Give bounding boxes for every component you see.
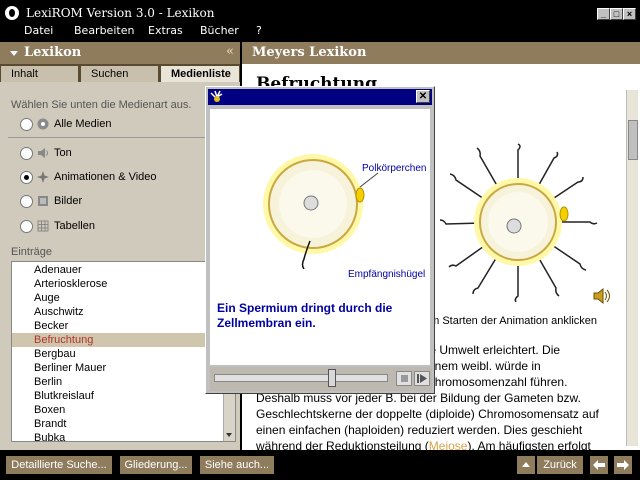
progress-slider-thumb[interactable]: [328, 369, 336, 387]
tab-inhalt[interactable]: Inhalt: [1, 66, 78, 82]
title-bar: LexiROM Version 3.0 - Lexikon _ □ ×: [0, 4, 640, 22]
list-item[interactable]: Blutkreislauf: [12, 389, 222, 403]
fertilization-illustration[interactable]: [438, 142, 598, 302]
label-alle-medien[interactable]: Alle Medien: [54, 118, 111, 130]
stop-icon: [401, 375, 408, 382]
all-media-icon: [37, 118, 49, 130]
speaker-icon[interactable]: [592, 288, 612, 304]
menu-help[interactable]: ?: [256, 24, 262, 37]
menu-bar: Datei Bearbeiten Extras Bücher ?: [0, 22, 640, 42]
see-also-button[interactable]: Siehe auch...: [200, 456, 274, 474]
label-tabellen[interactable]: Tabellen: [54, 220, 95, 232]
outline-button[interactable]: Gliederung...: [120, 456, 192, 474]
radio-bilder[interactable]: [20, 195, 33, 208]
body-line: einen einfachen (haploiden) reduziert we…: [256, 423, 583, 437]
scroll-down-icon[interactable]: [226, 433, 232, 437]
app-logo-icon: [5, 6, 19, 20]
lexikon-header[interactable]: Lexikon «: [0, 42, 240, 64]
menu-buecher[interactable]: Bücher: [200, 24, 239, 37]
radio-tabellen[interactable]: [20, 220, 33, 233]
tab-suchen[interactable]: Suchen: [81, 66, 158, 82]
detailed-search-button[interactable]: Detaillierte Suche...: [6, 456, 112, 474]
animation-view[interactable]: Polkörperchen Empfängnishügel Ein Spermi…: [210, 109, 430, 365]
tab-strip: Inhalt Suchen Medienliste: [0, 64, 240, 82]
list-item[interactable]: Brandt: [12, 417, 222, 431]
menu-datei[interactable]: Datei: [24, 24, 53, 37]
minimize-button[interactable]: _: [597, 8, 610, 20]
list-item[interactable]: Arteriosklerose: [12, 277, 222, 291]
dialog-caption: Ein Spermium dringt durch die Zellmembra…: [217, 301, 393, 330]
collapse-triangle-icon[interactable]: [10, 51, 18, 56]
progress-slider-track[interactable]: [214, 374, 388, 382]
speaker-icon: [38, 148, 48, 158]
radio-animationen-video[interactable]: [20, 171, 33, 184]
menu-bearbeiten[interactable]: Bearbeiten: [74, 24, 134, 37]
history-forward-button[interactable]: [614, 456, 632, 474]
label-fertilization-cone: Empfängnishügel: [348, 269, 426, 280]
play-button[interactable]: [414, 371, 430, 386]
double-chevron-icon[interactable]: «: [226, 41, 234, 63]
radio-alle-medien[interactable]: [20, 118, 33, 131]
scrollbar-thumb[interactable]: [628, 120, 638, 160]
left-panel: Lexikon « Inhalt Suchen Medienliste Wähl…: [0, 42, 240, 450]
list-item[interactable]: Boxen: [12, 403, 222, 417]
body-line: Geschlechtskerne der doppelte (diploide)…: [256, 407, 599, 421]
menu-extras[interactable]: Extras: [148, 24, 183, 37]
lexikon-header-label: Lexikon: [24, 45, 82, 60]
entries-list[interactable]: Adenauer Arteriosklerose Auge Auschwitz …: [11, 261, 236, 442]
list-item[interactable]: Berliner Mauer: [12, 361, 222, 375]
list-item[interactable]: Adenauer: [12, 263, 222, 277]
dialog-close-button[interactable]: ✕: [416, 90, 430, 103]
triangle-up-icon: [522, 462, 530, 467]
app-window: LexiROM Version 3.0 - Lexikon _ □ × Date…: [0, 0, 640, 480]
history-back-button[interactable]: [590, 456, 608, 474]
article-header: Meyers Lexikon: [242, 42, 640, 64]
dialog-title-bar[interactable]: ✕: [208, 89, 432, 105]
back-arrow-up-button[interactable]: [517, 456, 535, 474]
divider: [8, 137, 233, 138]
list-item[interactable]: Bubka: [12, 431, 222, 441]
label-polar-body: Polkörperchen: [362, 163, 427, 174]
tab-medienliste[interactable]: Medienliste: [161, 66, 239, 82]
player-controls: [210, 367, 432, 391]
media-instruction: Wählen Sie unten die Medienart aus.: [11, 99, 192, 111]
entries-label: Einträge: [11, 246, 52, 258]
animation-caption: um Starten der Animation anklicken: [424, 315, 598, 327]
play-icon: [417, 374, 427, 383]
list-item[interactable]: Becker: [12, 319, 222, 333]
list-item[interactable]: Auge: [12, 291, 222, 305]
window-title: LexiROM Version 3.0 - Lexikon: [26, 6, 215, 20]
list-item[interactable]: Berlin: [12, 375, 222, 389]
animation-dialog: ✕ Polkörperchen Empfängnishügel Ein Sper…: [205, 86, 435, 394]
egg-cell-illustration: [263, 154, 365, 269]
list-item-selected[interactable]: Befruchtung: [12, 333, 222, 347]
arrow-right-icon: [617, 460, 629, 470]
picture-icon: [38, 196, 48, 206]
radio-ton[interactable]: [20, 147, 33, 160]
stop-button[interactable]: [396, 371, 412, 386]
label-ton[interactable]: Ton: [54, 147, 72, 159]
back-button[interactable]: Zurück: [537, 456, 583, 474]
media-player-icon: [210, 90, 223, 102]
label-animationen-video[interactable]: Animationen & Video: [54, 171, 157, 183]
arrow-left-icon: [593, 460, 605, 470]
list-item[interactable]: Auschwitz: [12, 305, 222, 319]
bottom-toolbar: Detaillierte Suche... Gliederung... Sieh…: [0, 450, 640, 480]
table-icon: [37, 220, 49, 232]
maximize-button[interactable]: □: [610, 8, 623, 20]
list-item[interactable]: Bergbau: [12, 347, 222, 361]
animation-icon: [37, 171, 49, 183]
close-button[interactable]: ×: [623, 8, 636, 20]
label-bilder[interactable]: Bilder: [54, 195, 82, 207]
